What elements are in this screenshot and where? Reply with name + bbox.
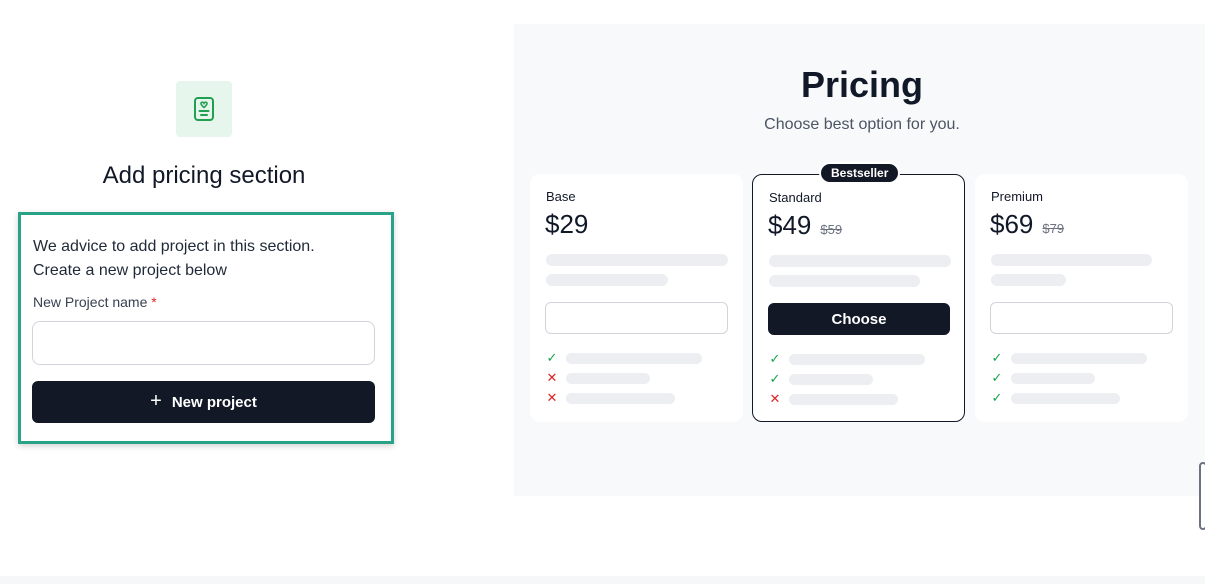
feature-row: ✕ [546, 391, 726, 405]
feature-row: ✓ [769, 352, 949, 366]
new-project-button-label: New project [171, 393, 257, 411]
plan-price: $49 $59 [768, 210, 842, 241]
placeholder-line [789, 353, 925, 365]
cross-icon: ✕ [546, 390, 558, 405]
cross-icon: ✕ [546, 370, 558, 385]
plan-price: $69 $79 [990, 209, 1064, 240]
pricing-title: Pricing [800, 64, 924, 105]
scroll-handle[interactable] [1199, 462, 1205, 530]
plan-old-price: $59 [820, 222, 843, 237]
placeholder-line [789, 393, 898, 405]
plan-name: Premium [991, 189, 1044, 204]
project-name-input[interactable] [32, 321, 375, 365]
pricing-card-icon [176, 81, 232, 137]
placeholder-line [566, 392, 675, 404]
placeholder-line [769, 275, 920, 287]
check-icon: ✓ [991, 370, 1003, 385]
check-icon: ✓ [769, 351, 781, 366]
bottom-divider [0, 576, 1205, 584]
advice-text-line2: Create a new project below [33, 262, 227, 279]
placeholder-line [1011, 352, 1147, 364]
plan-card-premium: Premium $69 $79 ✓ ✓ ✓ [975, 174, 1188, 422]
placeholder-line [546, 254, 728, 266]
page-title: Add pricing section [102, 162, 306, 189]
plan-card-standard: Standard $49 $59 Choose ✓ ✓ ✕ [752, 174, 965, 422]
placeholder-line [991, 274, 1066, 286]
project-name-label-text: New Project name [33, 294, 148, 310]
feature-row: ✓ [769, 372, 949, 386]
placeholder-line [769, 255, 951, 267]
advice-card: We advice to add project in this section… [18, 212, 394, 444]
feature-row: ✓ [546, 351, 726, 365]
feature-row: ✓ [991, 351, 1171, 365]
required-mark: * [151, 294, 157, 310]
choose-button[interactable]: Choose [768, 303, 950, 335]
placeholder-line [1011, 392, 1120, 404]
placeholder-line [546, 274, 668, 286]
bestseller-badge: Bestseller [819, 162, 901, 184]
feature-row: ✕ [546, 371, 726, 385]
placeholder-line [789, 373, 873, 385]
pricing-preview: Pricing Choose best option for you. Base… [514, 24, 1205, 496]
project-name-label: New Project name * [33, 294, 157, 310]
plus-icon: + [150, 390, 162, 412]
check-icon: ✓ [769, 371, 781, 386]
plan-price-value: $29 [545, 209, 589, 239]
plan-card-base: Base $29 ✓ ✕ ✕ [530, 174, 743, 422]
pricing-subtitle: Choose best option for you. [764, 116, 960, 133]
plan-price-value: $69 [990, 209, 1034, 239]
placeholder-line [566, 372, 650, 384]
plan-name: Base [546, 189, 576, 204]
plan-price: $29 [545, 209, 588, 240]
add-pricing-panel: Add pricing section We advice to add pro… [0, 0, 410, 584]
plan-choose-button[interactable] [990, 302, 1173, 334]
plan-choose-button[interactable] [545, 302, 728, 334]
placeholder-line [1011, 372, 1095, 384]
plan-name: Standard [769, 190, 822, 205]
check-icon: ✓ [546, 350, 558, 365]
feature-row: ✓ [991, 371, 1171, 385]
advice-text-line1: We advice to add project in this section… [33, 238, 315, 255]
check-icon: ✓ [991, 350, 1003, 365]
cross-icon: ✕ [769, 391, 781, 406]
new-project-button[interactable]: + New project [32, 381, 375, 423]
placeholder-line [566, 352, 702, 364]
feature-row: ✓ [991, 391, 1171, 405]
plan-old-price: $79 [1042, 221, 1065, 236]
feature-row: ✕ [769, 392, 949, 406]
check-icon: ✓ [991, 390, 1003, 405]
plan-price-value: $49 [768, 210, 812, 240]
placeholder-line [991, 254, 1152, 266]
